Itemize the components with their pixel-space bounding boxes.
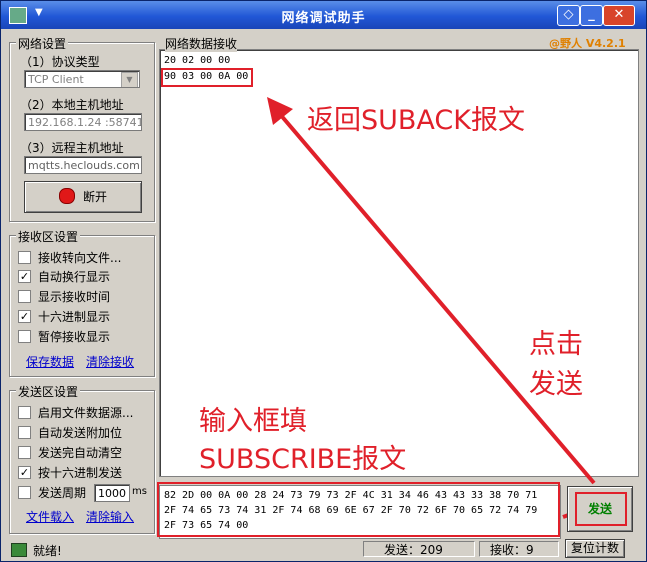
status-icon (11, 543, 27, 557)
recv-area-title: 网络数据接收 (165, 35, 238, 52)
send-button-highlight-box (575, 492, 627, 526)
click-annotation-line2: 发送 (529, 369, 583, 400)
sent-count: 发送：209 (363, 541, 475, 557)
suback-arrowhead (267, 97, 293, 125)
reset-count-button[interactable]: 复位计数 (565, 539, 625, 558)
recv-count: 接收：9 (479, 541, 559, 557)
send-input-highlight-box (157, 482, 560, 537)
click-annotation-line1: 点击 (529, 329, 583, 360)
input-annotation-line2: SUBSCRIBE报文 (199, 444, 407, 475)
status-bar: 就绪! 发送：209 接收：9 复位计数 (1, 539, 646, 561)
suback-arrow (277, 111, 596, 485)
annotation-arrows (267, 97, 598, 519)
status-text: 就绪! (33, 544, 62, 558)
suback-annotation: 返回SUBACK报文 (307, 105, 525, 136)
input-annotation-line1: 输入框填 (199, 406, 307, 437)
app-window: ▼ 网络调试助手 ◇ _ ✕ 网络设置 （1）协议类型 TCP Client ▼… (0, 0, 647, 562)
